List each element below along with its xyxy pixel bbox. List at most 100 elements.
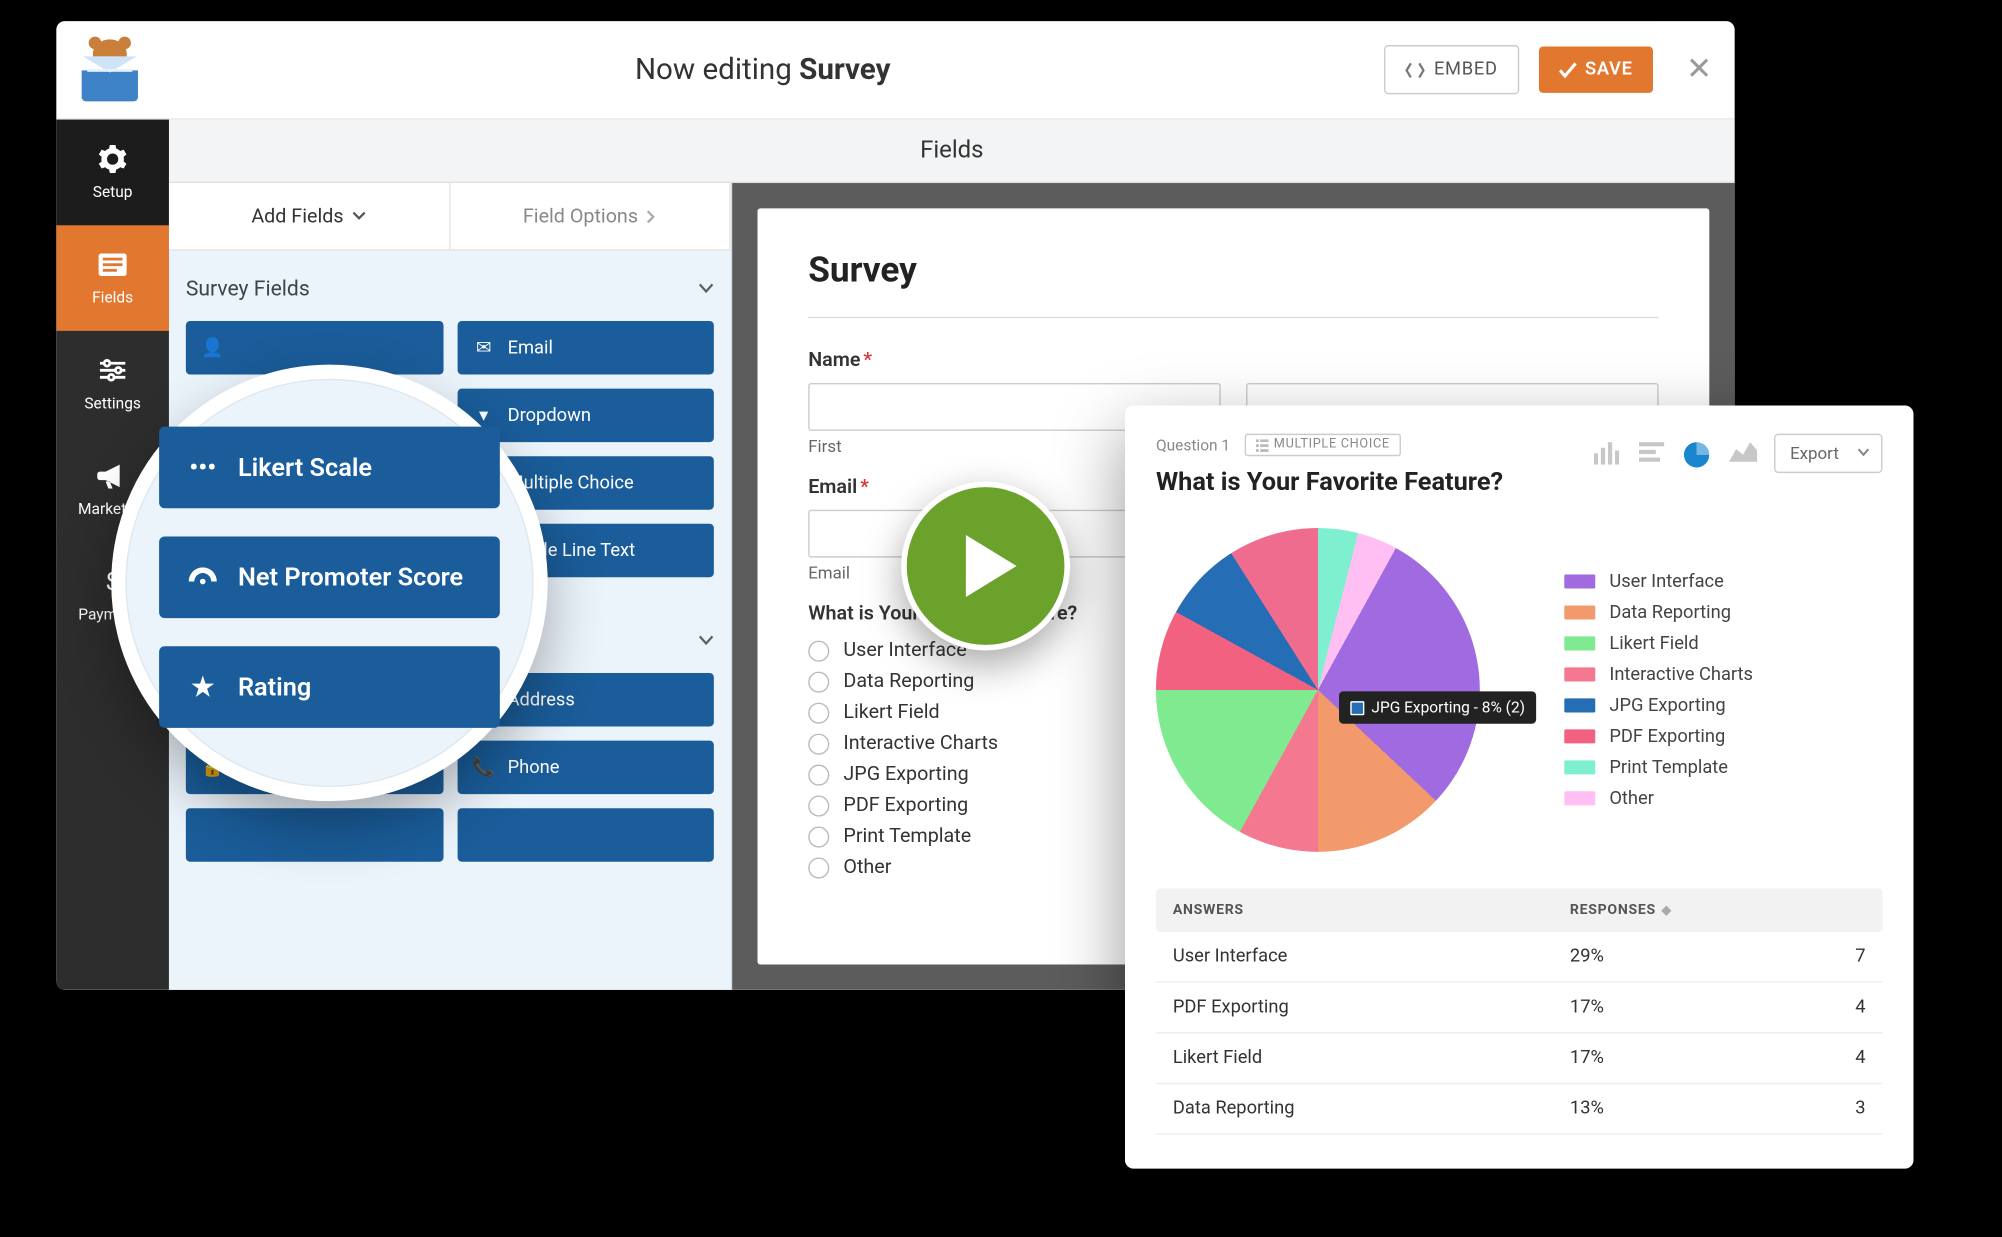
legend-item[interactable]: PDF Exporting xyxy=(1564,726,1753,747)
radio-label: JPG Exporting xyxy=(843,763,968,786)
legend-label: PDF Exporting xyxy=(1609,726,1725,747)
radio-icon xyxy=(808,702,829,723)
count-cell: 7 xyxy=(1739,946,1866,967)
fields-title-bar: Fields xyxy=(169,120,1735,183)
legend-label: Likert Field xyxy=(1609,633,1698,654)
percent-cell: 17% xyxy=(1570,997,1739,1018)
radio-label: Print Template xyxy=(843,825,971,848)
field-likert[interactable]: ••• Likert Scale xyxy=(159,427,500,509)
radio-label: PDF Exporting xyxy=(843,794,968,817)
play-button[interactable] xyxy=(901,482,1070,651)
rail-label: Fields xyxy=(92,289,133,307)
chevron-down-icon xyxy=(1857,448,1870,458)
embed-button[interactable]: EMBED xyxy=(1385,45,1519,94)
builder-header: Now editing Survey EMBED SAVE ✕ xyxy=(56,21,1734,120)
radio-icon xyxy=(808,795,829,816)
legend-swatch xyxy=(1564,574,1595,588)
radio-icon xyxy=(808,764,829,785)
answer-cell: Data Reporting xyxy=(1173,1098,1570,1119)
legend-swatch xyxy=(1564,605,1595,619)
chevron-down-icon xyxy=(698,635,713,646)
legend-item[interactable]: Other xyxy=(1564,788,1753,809)
radio-icon xyxy=(808,733,829,754)
chart-legend: User Interface Data Reporting Likert Field… xyxy=(1564,571,1753,809)
count-cell: 4 xyxy=(1739,997,1866,1018)
sort-icon[interactable]: ◆ xyxy=(1661,904,1671,918)
legend-swatch xyxy=(1564,667,1595,681)
tab-add-fields[interactable]: Add Fields xyxy=(169,183,450,251)
chevron-right-icon xyxy=(646,209,656,223)
legend-swatch xyxy=(1564,791,1595,805)
field-email[interactable]: ✉Email xyxy=(457,321,714,375)
field-rating[interactable]: ★ Rating xyxy=(159,646,500,728)
form-title: Survey xyxy=(808,251,1658,292)
answer-cell: User Interface xyxy=(1173,946,1570,967)
sliders-icon xyxy=(97,355,128,386)
legend-item[interactable]: User Interface xyxy=(1564,571,1753,592)
legend-item[interactable]: Likert Field xyxy=(1564,633,1753,654)
tab-field-options[interactable]: Field Options xyxy=(450,183,731,251)
responses-table: ANSWERS RESPONSES◆ User Interface29%7PDF… xyxy=(1156,888,1883,1134)
save-button[interactable]: SAVE xyxy=(1539,46,1653,92)
field-phone[interactable]: 📞Phone xyxy=(457,741,714,795)
legend-swatch xyxy=(1564,698,1595,712)
radio-label: Other xyxy=(843,856,891,879)
user-icon: 👤 xyxy=(203,337,223,358)
answer-cell: Likert Field xyxy=(1173,1048,1570,1069)
radio-icon xyxy=(808,826,829,847)
phone-icon: 📞 xyxy=(474,757,494,778)
chevron-down-icon xyxy=(698,283,713,294)
count-cell: 3 xyxy=(1739,1098,1866,1119)
legend-label: JPG Exporting xyxy=(1609,695,1725,716)
legend-item[interactable]: Print Template xyxy=(1564,757,1753,778)
radio-icon xyxy=(808,640,829,661)
legend-swatch xyxy=(1564,760,1595,774)
dots-icon: ••• xyxy=(187,453,218,483)
legend-item[interactable]: Data Reporting xyxy=(1564,602,1753,623)
code-icon xyxy=(1406,61,1426,78)
legend-item[interactable]: JPG Exporting xyxy=(1564,695,1753,716)
legend-label: Print Template xyxy=(1609,757,1728,778)
check-icon xyxy=(1558,61,1576,78)
rail-label: Setup xyxy=(93,183,133,201)
area-chart-icon[interactable] xyxy=(1730,442,1758,465)
name-label: Name xyxy=(808,349,860,372)
legend-label: Interactive Charts xyxy=(1609,664,1753,685)
field-nps[interactable]: Net Promoter Score xyxy=(159,536,500,618)
list-icon xyxy=(97,249,128,280)
report-card: Question 1 MULTIPLE CHOICE What is Your … xyxy=(1125,406,1913,1169)
count-cell: 4 xyxy=(1739,1048,1866,1069)
export-dropdown[interactable]: Export xyxy=(1775,434,1883,473)
legend-swatch xyxy=(1564,636,1595,650)
field-item[interactable] xyxy=(457,808,714,862)
group-survey-fields[interactable]: Survey Fields xyxy=(169,251,731,307)
table-row: Data Reporting13%3 xyxy=(1156,1084,1883,1135)
rail-setup[interactable]: Setup xyxy=(56,120,169,226)
close-button[interactable]: ✕ xyxy=(1686,52,1712,87)
radio-icon xyxy=(808,671,829,692)
table-row: PDF Exporting17%4 xyxy=(1156,983,1883,1034)
brand-logo xyxy=(79,39,141,101)
bar-chart-icon[interactable] xyxy=(1594,442,1622,465)
rail-fields[interactable]: Fields xyxy=(56,225,169,331)
question-title: What is Your Favorite Feature? xyxy=(1156,467,1503,497)
now-editing-title: Now editing Survey xyxy=(161,53,1365,87)
legend-label: Data Reporting xyxy=(1609,602,1731,623)
percent-cell: 13% xyxy=(1570,1098,1739,1119)
percent-cell: 17% xyxy=(1570,1048,1739,1069)
bar-horizontal-icon[interactable] xyxy=(1639,442,1667,465)
legend-swatch xyxy=(1564,729,1595,743)
table-row: Likert Field17%4 xyxy=(1156,1033,1883,1084)
rail-label: Settings xyxy=(84,394,141,412)
radio-label: Likert Field xyxy=(843,701,939,724)
radio-label: Data Reporting xyxy=(843,670,974,693)
pie-chart-icon[interactable] xyxy=(1684,442,1712,465)
table-header: ANSWERS RESPONSES◆ xyxy=(1156,888,1883,932)
email-label: Email xyxy=(808,476,857,499)
legend-item[interactable]: Interactive Charts xyxy=(1564,664,1753,685)
question-type-pill: MULTIPLE CHOICE xyxy=(1244,434,1401,457)
rail-settings[interactable]: Settings xyxy=(56,331,169,437)
play-icon xyxy=(966,535,1017,597)
email-icon: ✉ xyxy=(474,337,494,358)
field-item[interactable] xyxy=(186,808,443,862)
